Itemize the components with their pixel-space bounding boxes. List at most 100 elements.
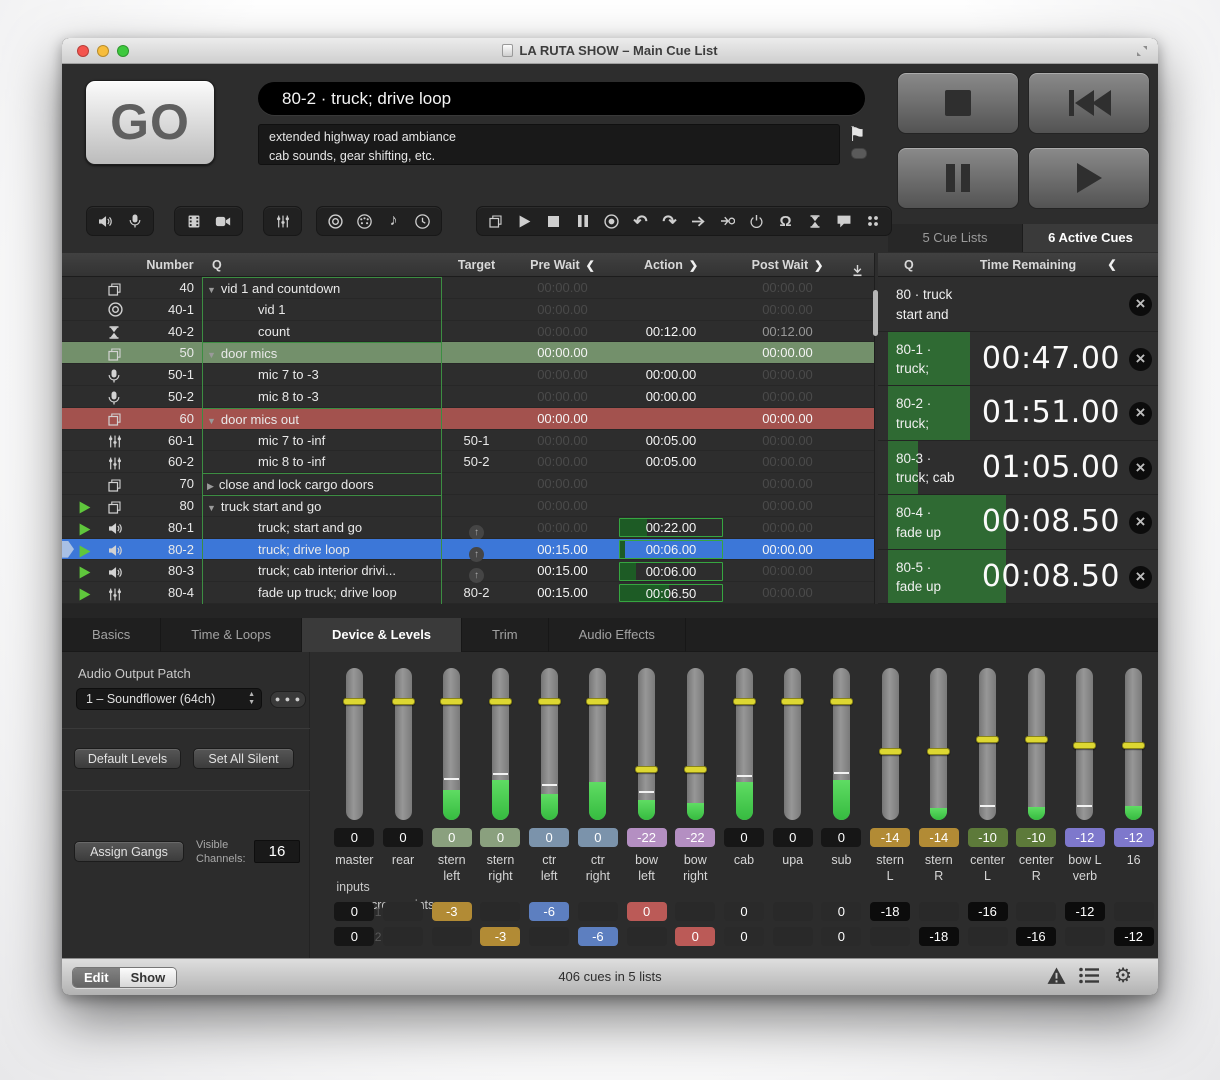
action-cell[interactable]: 00:00.00 bbox=[615, 386, 727, 408]
fader-handle[interactable] bbox=[1025, 736, 1048, 743]
inspector-tab-basics[interactable]: Basics bbox=[62, 618, 161, 652]
fader-sub[interactable] bbox=[833, 668, 850, 820]
patch-more-button[interactable]: ● ● ● bbox=[270, 691, 306, 708]
cue-name-cell[interactable]: ▼truck start and go bbox=[202, 495, 442, 517]
fader-bow-left[interactable] bbox=[638, 668, 655, 820]
active-cue-row[interactable]: 80-4 ·fade up00:08.50× bbox=[878, 495, 1158, 550]
visible-channels-value[interactable]: 16 bbox=[254, 840, 300, 863]
go-button[interactable]: GO bbox=[85, 80, 215, 165]
cue-row-60-2[interactable]: 60-2mic 8 to -inf50-200:00.0000:05.0000:… bbox=[62, 451, 874, 473]
level-value-rear[interactable]: 0 bbox=[383, 828, 423, 847]
crosspoint-cell[interactable] bbox=[383, 902, 423, 921]
disclosure-open-icon[interactable]: ▼ bbox=[207, 350, 216, 360]
resize-icon[interactable] bbox=[1136, 45, 1148, 57]
cue-row-70[interactable]: 70▶close and lock cargo doors00:00.0000:… bbox=[62, 473, 874, 495]
fader-handle[interactable] bbox=[392, 698, 415, 705]
cue-row-50-2[interactable]: 50-2mic 8 to -300:00.0000:00.0000:00.00 bbox=[62, 386, 874, 408]
level-value-bow-right[interactable]: -22 bbox=[675, 828, 715, 847]
rewind-button[interactable] bbox=[1028, 72, 1150, 134]
pause-cue-icon[interactable] bbox=[575, 215, 590, 227]
pre-wait-cell[interactable]: 00:00.00 bbox=[510, 451, 615, 473]
fader-handle[interactable] bbox=[879, 748, 902, 755]
column-header-post-wait[interactable]: Post Wait❯ bbox=[727, 253, 848, 277]
memo-cue-icon[interactable] bbox=[836, 215, 851, 228]
cue-target-cell[interactable] bbox=[443, 408, 510, 430]
fader-handle[interactable] bbox=[781, 698, 804, 705]
post-wait-cell[interactable]: 00:00.00 bbox=[727, 495, 848, 517]
midi-cue-icon[interactable] bbox=[357, 214, 372, 229]
level-value-center-R[interactable]: -10 bbox=[1016, 828, 1056, 847]
inspector-tab-device-levels[interactable]: Device & Levels bbox=[302, 618, 462, 652]
input-gain-row-2[interactable]: 0 bbox=[334, 927, 374, 946]
pre-wait-cell[interactable]: 00:00.00 bbox=[510, 342, 615, 364]
audio-patch-select[interactable]: 1 – Soundflower (64ch) ▲▼ bbox=[76, 688, 262, 710]
stop-active-cue-button[interactable]: × bbox=[1129, 511, 1152, 534]
stop-cue-icon[interactable] bbox=[546, 216, 561, 227]
cart-cue-icon[interactable] bbox=[865, 215, 880, 227]
cue-target-cell[interactable] bbox=[443, 386, 510, 408]
cue-notes-field[interactable]: extended highway road ambiance cab sound… bbox=[258, 124, 840, 165]
fader-handle[interactable] bbox=[830, 698, 853, 705]
cue-row-50[interactable]: 50▼door mics00:00.0000:00.00 bbox=[62, 342, 874, 364]
action-cell[interactable] bbox=[615, 342, 727, 364]
group-cue-icon[interactable] bbox=[488, 215, 503, 228]
redo-cue-icon[interactable]: ↷ bbox=[662, 213, 677, 230]
crosspoint-cell[interactable]: 0 bbox=[821, 902, 861, 921]
cue-name-cell[interactable]: mic 8 to -inf bbox=[202, 451, 442, 473]
mic-cue-icon[interactable] bbox=[127, 214, 142, 228]
level-value-ctr-right[interactable]: 0 bbox=[578, 828, 618, 847]
flag-icon[interactable]: ⚑ bbox=[848, 122, 866, 147]
level-value-upa[interactable]: 0 bbox=[773, 828, 813, 847]
cue-name-cell[interactable]: mic 7 to -inf bbox=[202, 430, 442, 452]
disclosure-open-icon[interactable]: ▼ bbox=[207, 416, 216, 426]
pre-wait-cell[interactable]: 00:00.00 bbox=[510, 430, 615, 452]
action-cell[interactable]: 00:06.00 bbox=[615, 560, 727, 582]
stop-active-cue-button[interactable]: × bbox=[1129, 293, 1152, 316]
crosspoint-cell[interactable] bbox=[1065, 927, 1105, 946]
crosspoint-cell[interactable] bbox=[383, 927, 423, 946]
pre-wait-cell[interactable]: 00:15.00 bbox=[510, 582, 615, 604]
crosspoint-cell[interactable] bbox=[529, 927, 569, 946]
pre-wait-cell[interactable]: 00:15.00 bbox=[510, 560, 615, 582]
fade-cue-icon[interactable] bbox=[275, 215, 290, 228]
action-cell[interactable]: 00:05.00 bbox=[615, 430, 727, 452]
crosspoint-cell[interactable]: -3 bbox=[480, 927, 520, 946]
pre-wait-cell[interactable]: 00:00.00 bbox=[510, 408, 615, 430]
disclosure-closed-icon[interactable]: ▶ bbox=[207, 481, 214, 491]
fader-handle[interactable] bbox=[440, 698, 463, 705]
fader-handle[interactable] bbox=[586, 698, 609, 705]
active-cue-row[interactable]: 80-5 ·fade up00:08.50× bbox=[878, 550, 1158, 605]
warnings-icon[interactable] bbox=[1047, 967, 1066, 985]
pause-button[interactable] bbox=[897, 147, 1019, 209]
cue-target-cell[interactable]: ↑ bbox=[443, 539, 510, 561]
cue-name-cell[interactable]: fade up truck; drive loop bbox=[202, 582, 442, 604]
cue-row-40-2[interactable]: 40-2count00:00.0000:12.0000:12.00 bbox=[62, 321, 874, 343]
stop-active-cue-button[interactable]: × bbox=[1129, 457, 1152, 480]
cue-name-cell[interactable]: truck; start and go bbox=[202, 517, 442, 539]
cue-name-cell[interactable]: vid 1 bbox=[202, 299, 442, 321]
set-all-silent-button[interactable]: Set All Silent bbox=[193, 748, 294, 769]
active-cue-row[interactable]: 80 · truckstart and× bbox=[878, 277, 1158, 332]
scrollbar-thumb[interactable] bbox=[873, 290, 878, 336]
cue-row-60-1[interactable]: 60-1mic 7 to -inf50-100:00.0000:05.0000:… bbox=[62, 430, 874, 452]
action-cell[interactable]: 00:05.00 bbox=[615, 451, 727, 473]
fader-handle[interactable] bbox=[733, 698, 756, 705]
pre-wait-cell[interactable]: 00:00.00 bbox=[510, 495, 615, 517]
crosspoint-cell[interactable] bbox=[480, 902, 520, 921]
fader-handle[interactable] bbox=[684, 766, 707, 773]
cue-row-40-1[interactable]: 40-1vid 100:00.0000:00.00 bbox=[62, 299, 874, 321]
fader-master[interactable] bbox=[346, 668, 363, 820]
wait-cue-icon[interactable] bbox=[807, 215, 822, 228]
crosspoint-cell[interactable] bbox=[968, 927, 1008, 946]
disclosure-open-icon[interactable]: ▼ bbox=[207, 285, 216, 295]
cue-target-cell[interactable]: 50-1 bbox=[443, 430, 510, 452]
level-value-cab[interactable]: 0 bbox=[724, 828, 764, 847]
devamp-cue-icon[interactable] bbox=[720, 215, 735, 227]
cue-name-cell[interactable]: ▼door mics out bbox=[202, 408, 442, 430]
crosspoint-cell[interactable] bbox=[1016, 902, 1056, 921]
cue-name-cell[interactable]: ▼door mics bbox=[202, 342, 442, 364]
active-cue-row[interactable]: 80-2 ·truck;01:51.00× bbox=[878, 386, 1158, 441]
fader-handle[interactable] bbox=[635, 766, 658, 773]
fader-bow-right[interactable] bbox=[687, 668, 704, 820]
inspector-tab-audio-effects[interactable]: Audio Effects bbox=[549, 618, 686, 652]
